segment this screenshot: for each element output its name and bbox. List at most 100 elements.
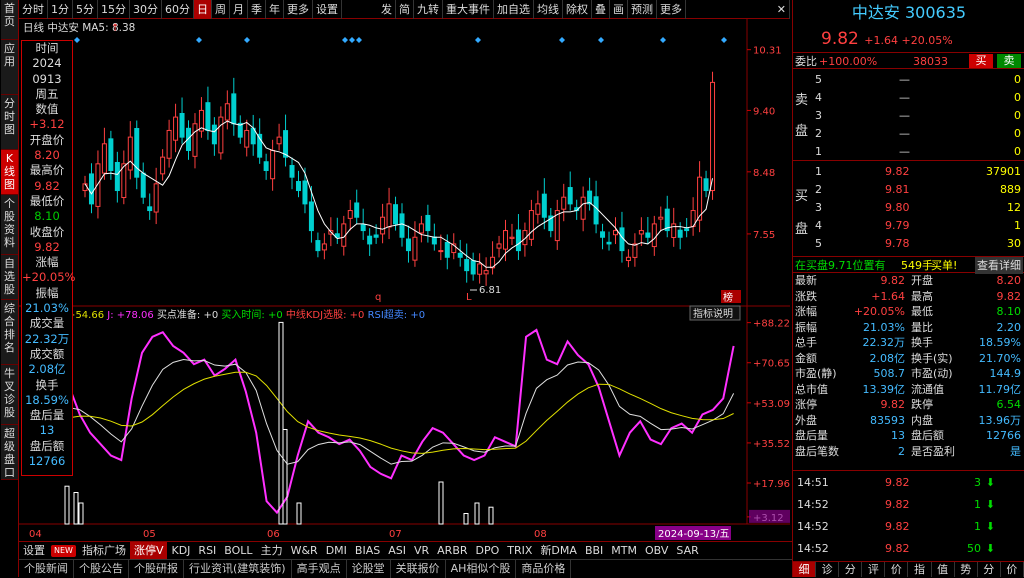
indicator-tab[interactable]: 设置 (19, 542, 49, 560)
indicator-tab[interactable]: ASI (384, 542, 410, 560)
right-tab[interactable]: 值 (932, 562, 955, 577)
toolbar-11[interactable]: 更多 (284, 0, 313, 19)
tick-row: 14:52 9.82 50 ⬇ (793, 540, 1024, 557)
toolbar-18[interactable]: 均线 (534, 0, 563, 19)
ask-row[interactable]: 1 — 0 (793, 143, 1024, 160)
toolbar-12[interactable]: 设置 (313, 0, 342, 19)
left-tab[interactable]: K线图 (1, 150, 18, 195)
info-value: 9.82 (34, 178, 60, 193)
indicator-tab[interactable]: VR (410, 542, 433, 560)
right-tab[interactable]: 势 (955, 562, 978, 577)
bid-level: 2 (815, 183, 822, 196)
ask-row[interactable]: 2 — 0 (793, 125, 1024, 142)
bid-row[interactable]: 4 9.79 1 (793, 217, 1024, 234)
toolbar-1[interactable]: 1分 (48, 0, 73, 19)
sell-button[interactable]: 卖 (997, 54, 1021, 68)
toolbar-7[interactable]: 周 (212, 0, 230, 19)
info-label: 振幅 (35, 285, 59, 300)
toolbar-21[interactable]: 画 (610, 0, 628, 19)
ask-level: 2 (815, 127, 822, 140)
news-link[interactable]: 个股公告 (74, 559, 129, 578)
toolbar-8[interactable]: 月 (230, 0, 248, 19)
toolbar-15[interactable]: 九转 (414, 0, 443, 19)
bid-row[interactable]: 5 9.78 30 (793, 235, 1024, 252)
right-tab[interactable]: 指 (908, 562, 932, 577)
news-link[interactable]: 个股新闻 (19, 559, 74, 578)
indicator-tab[interactable]: ARBR (433, 542, 471, 560)
toolbar-10[interactable]: 年 (266, 0, 284, 19)
right-tab[interactable]: 细 (793, 562, 817, 577)
left-tab[interactable]: 超级盘口 (1, 425, 18, 480)
indicator-tab[interactable]: MTM (607, 542, 641, 560)
news-link[interactable]: 个股研报 (129, 559, 184, 578)
toolbar-17[interactable]: 加自选 (494, 0, 534, 19)
toolbar-5[interactable]: 60分 (162, 0, 194, 19)
indicator-tab[interactable]: DPO (472, 542, 504, 560)
toolbar-6[interactable]: 日 (194, 0, 212, 19)
bid-row[interactable]: 2 9.81 889 (793, 181, 1024, 198)
stat-row: 涨停 9.82 跌停 6.54 (793, 397, 1024, 412)
notice-detail-link[interactable]: 查看详细 (975, 257, 1023, 274)
indicator-tab[interactable]: KDJ (167, 542, 194, 560)
news-link[interactable]: 关联报价 (391, 559, 446, 578)
right-tab[interactable]: 价 (1001, 562, 1024, 577)
indicator-tab[interactable]: 主力 (257, 542, 287, 560)
info-label: 盘后量 (29, 408, 65, 423)
toolbar-19[interactable]: 除权 (563, 0, 592, 19)
indicator-help-button[interactable]: 指标说明 (693, 307, 733, 320)
left-tab[interactable]: 牛叉诊股 (1, 365, 18, 425)
left-tab[interactable]: 个股资料 (1, 195, 18, 255)
news-link[interactable]: 论股堂 (347, 559, 391, 578)
left-tab[interactable]: 分时图 (1, 95, 18, 150)
bid-row[interactable]: 1 9.82 37901 (793, 163, 1024, 180)
toolbar-23[interactable]: 更多 (657, 0, 686, 19)
right-tab[interactable]: 诊 (816, 562, 840, 577)
right-tab[interactable]: 价 (885, 562, 909, 577)
indicator-tab[interactable]: OBV (641, 542, 672, 560)
buy-button[interactable]: 买 (969, 54, 993, 68)
toolbar-4[interactable]: 30分 (130, 0, 162, 19)
indicator-tab[interactable]: BOLL (220, 542, 256, 560)
left-tab[interactable]: 应用 (1, 40, 18, 95)
left-tab[interactable]: 综合排名 (1, 300, 18, 365)
indicator-tab[interactable]: RSI (194, 542, 220, 560)
toolbar-16[interactable]: 重大事件 (443, 0, 494, 19)
indicator-tab[interactable]: 新DMA (536, 542, 581, 560)
indicator-tab[interactable]: TRIX (503, 542, 536, 560)
right-tab[interactable]: 分 (839, 562, 863, 577)
ask-volume: 0 (1014, 73, 1021, 86)
toolbar-3[interactable]: 15分 (98, 0, 130, 19)
toolbar-9[interactable]: 季 (248, 0, 266, 19)
toolbar-14[interactable]: 简 (396, 0, 414, 19)
indicator-tab[interactable]: DMI (322, 542, 351, 560)
indicator-tab[interactable]: 指标广场 (78, 542, 130, 560)
toolbar-13[interactable]: 发 (378, 0, 396, 19)
news-link[interactable]: 商品价格 (516, 559, 572, 578)
toolbar-0[interactable]: 分时 (19, 0, 48, 19)
news-link[interactable]: AH相似个股 (446, 559, 517, 578)
indicator-tab[interactable]: W&R (287, 542, 322, 560)
news-link[interactable]: 高手观点 (292, 559, 347, 578)
ask-row[interactable]: 4 — 0 (793, 89, 1024, 106)
indicator-tab[interactable]: 涨停V (129, 541, 168, 560)
indicator-tab[interactable]: BIAS (351, 542, 384, 560)
ask-row[interactable]: 3 — 0 (793, 107, 1024, 124)
info-label: 数值 (35, 102, 59, 117)
ask-row[interactable]: 5 — 0 (793, 71, 1024, 88)
indicator-tab[interactable]: SAR (672, 542, 702, 560)
last-price: 9.82 (821, 29, 865, 49)
news-link[interactable]: 行业资讯(建筑装饰) (184, 559, 292, 578)
toolbar-22[interactable]: 预测 (628, 0, 657, 19)
left-tab[interactable]: 自选股 (1, 255, 18, 300)
right-tab[interactable]: 分 (978, 562, 1001, 577)
indicator-tab[interactable]: BBI (581, 542, 607, 560)
info-label: 开盘价 (29, 132, 65, 147)
left-tab[interactable]: 首页 (1, 0, 18, 40)
kline-chart[interactable]: 日线 中达安 MA5: 8.38↑ 10.31 9.40 8.48 7.55 q L 6.81… (19, 19, 790, 541)
toolbar-20[interactable]: 叠 (592, 0, 610, 19)
toolbar-2[interactable]: 5分 (73, 0, 98, 19)
toolbar-close[interactable]: ✕ (774, 0, 790, 19)
indicator-tab[interactable]: NEW (51, 544, 76, 557)
bid-row[interactable]: 3 9.80 12 (793, 199, 1024, 216)
right-tab[interactable]: 评 (862, 562, 886, 577)
